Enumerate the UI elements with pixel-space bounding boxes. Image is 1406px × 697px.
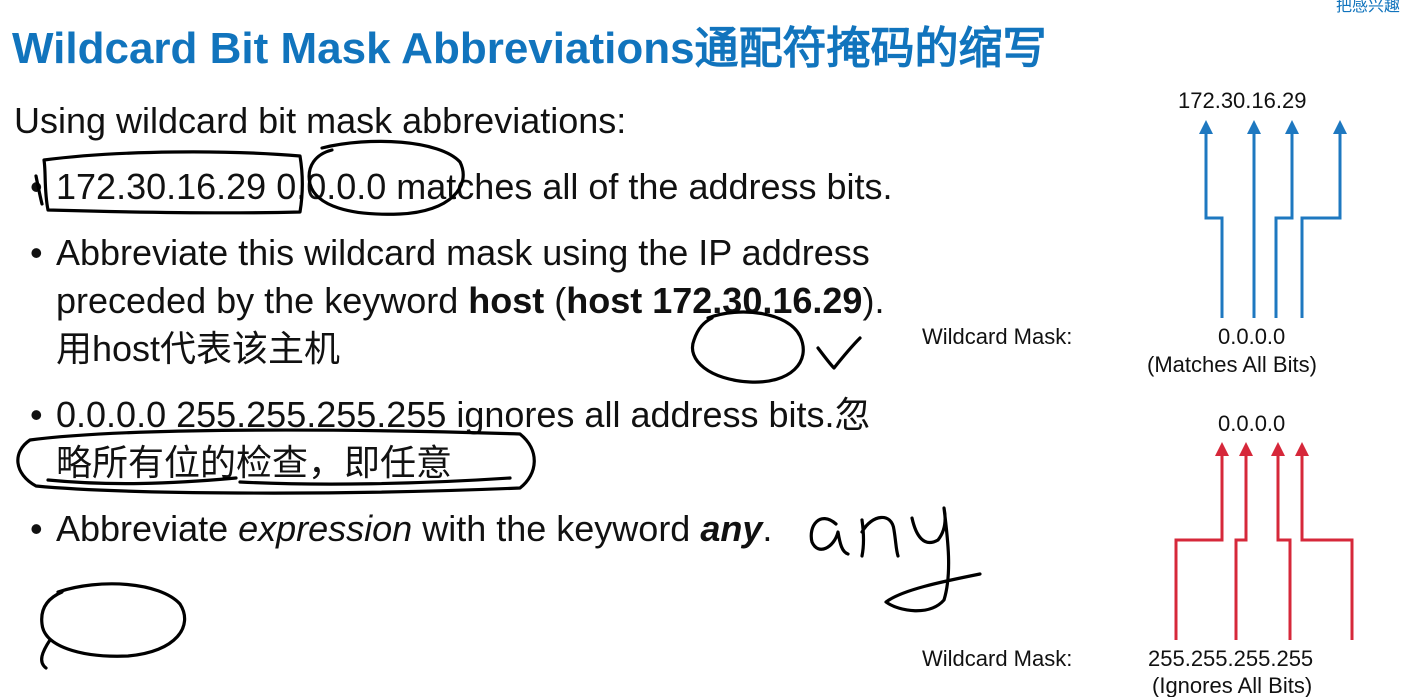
bullet-text-part: host 172.30.16.29 <box>566 280 863 321</box>
bit-line <box>1276 454 1292 640</box>
ink-tail-any <box>40 638 52 670</box>
slide: 把感兴趣 Wildcard Bit Mask Abbreviations通配符掩… <box>0 0 1406 697</box>
bottom-diagram-address: 0.0.0.0 <box>1218 411 1286 436</box>
bullet-text: Abbreviate this wildcard mask using the … <box>56 232 884 369</box>
bullet-text: Abbreviate expression with the keyword a… <box>56 508 772 549</box>
bullet-dot: • <box>30 232 43 273</box>
bottom-mask-label: Wildcard Mask: <box>922 646 1073 671</box>
slide-title: Wildcard Bit Mask Abbreviations通配符掩码的缩写 <box>12 24 1047 73</box>
bullet-dot: • <box>30 394 43 435</box>
corner-text: 把感兴趣 <box>1335 0 1400 15</box>
bullet-item: • 0.0.0.0 255.255.255.255 ignores all ad… <box>22 391 902 487</box>
top-diagram-address: 172.30.16.29 <box>1178 88 1307 113</box>
bullet-text-part: any <box>700 508 763 549</box>
arrow-head <box>1199 120 1213 134</box>
top-mask-label: Wildcard Mask: <box>922 324 1073 349</box>
ink-circle-any <box>40 582 187 658</box>
bullet-text-part: with the keyword <box>412 508 701 549</box>
bullet-text: 172.30.16.29 0.0.0.0 matches all of the … <box>56 166 893 207</box>
bullet-text-part: . <box>762 508 773 549</box>
bottom-mask-value: 255.255.255.255 <box>1148 646 1314 671</box>
top-bit-lines-diagram <box>1199 120 1347 318</box>
arrow-head <box>1247 120 1261 134</box>
arrow-head <box>1333 120 1347 134</box>
bullet-text-part: Abbreviate <box>56 508 239 549</box>
bit-line <box>1174 454 1224 640</box>
bullet-item: • Abbreviate this wildcard mask using th… <box>22 229 902 373</box>
bullet-text: 0.0.0.0 255.255.255.255 ignores all addr… <box>56 394 871 483</box>
bullet-text-part: host <box>468 280 545 321</box>
arrow-head <box>1215 442 1229 456</box>
bullet-dot: • <box>30 508 43 549</box>
top-mask-value: 0.0.0.0 <box>1218 324 1286 349</box>
bullet-item: • Abbreviate expression with the keyword… <box>22 505 902 553</box>
bottom-bit-lines-diagram <box>1174 442 1354 640</box>
bullet-text-part: ( <box>544 280 567 321</box>
bullet-text-part: expression <box>238 508 413 549</box>
arrow-head <box>1271 442 1285 456</box>
bullet-list: • 172.30.16.29 0.0.0.0 matches all of th… <box>22 163 902 571</box>
arrow-head <box>1239 442 1253 456</box>
bit-line <box>1234 454 1248 640</box>
bullet-text-part: 0.0.0.0 255.255.255.255 ignores all addr… <box>56 394 871 483</box>
bullet-text-part: 172.30.16.29 0.0.0.0 matches all of the … <box>56 166 893 207</box>
arrow-head <box>1285 120 1299 134</box>
bit-line <box>1300 132 1342 318</box>
bit-line <box>1300 454 1354 640</box>
bullet-item: • 172.30.16.29 0.0.0.0 matches all of th… <box>22 163 902 211</box>
bottom-mask-caption: (Ignores All Bits) <box>1152 673 1313 697</box>
bit-line <box>1204 132 1224 318</box>
intro-text: Using wildcard bit mask abbreviations: <box>14 100 627 141</box>
bit-line <box>1274 132 1294 318</box>
top-mask-caption: (Matches All Bits) <box>1147 352 1317 377</box>
arrow-head <box>1295 442 1309 456</box>
bullet-dot: • <box>30 166 43 207</box>
